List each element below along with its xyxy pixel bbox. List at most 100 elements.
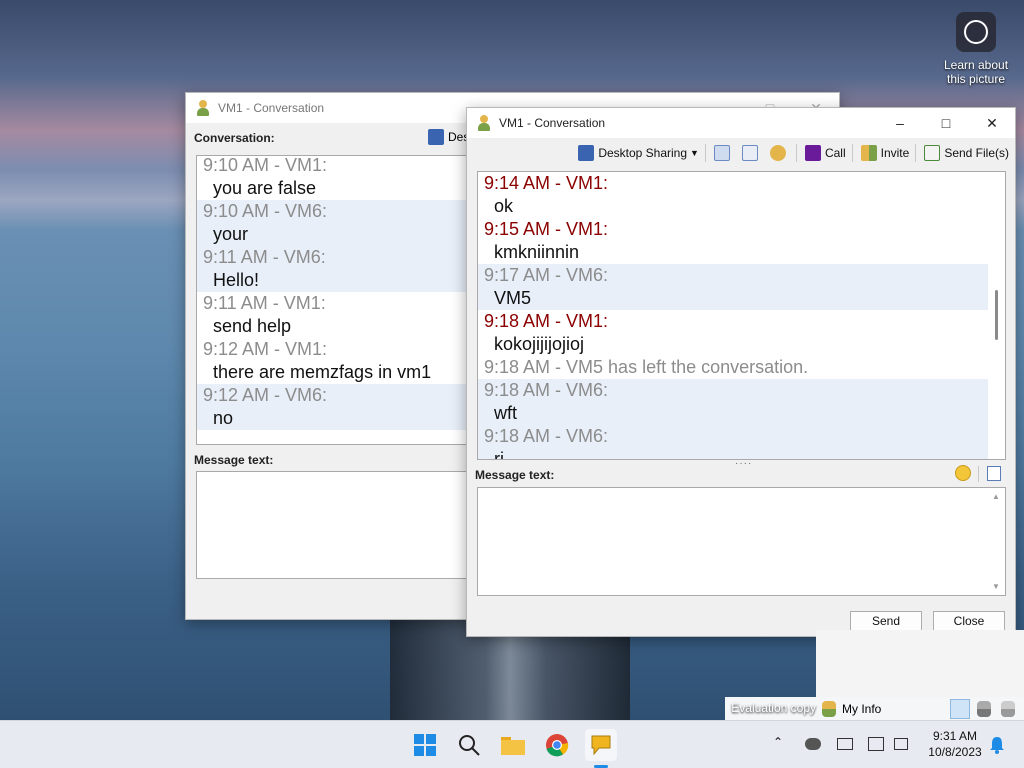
contact-list-panel xyxy=(816,630,1024,697)
toolbar-divider xyxy=(851,144,853,162)
message-text-label: Message text: xyxy=(194,453,274,467)
front-conversation-window[interactable]: VM1 - Conversation – □ ✕ Desktop Sharing… xyxy=(466,107,1016,637)
close-button[interactable]: Close xyxy=(933,611,1005,631)
status-strip: Evaluation copy My Info xyxy=(725,697,1024,720)
taskbar: ⌃ 9:31 AM 10/8/2023 xyxy=(0,720,1024,768)
chrome-icon xyxy=(546,734,569,757)
clock-time[interactable]: 9:31 AM xyxy=(920,729,990,743)
message-header: 9:18 AM - VM6: xyxy=(478,379,988,402)
learn-about-picture[interactable]: Learn about this picture xyxy=(940,12,1012,86)
user-icon xyxy=(822,700,836,717)
chat-app-button[interactable] xyxy=(585,729,617,761)
folder-icon xyxy=(501,737,525,755)
title-bar[interactable]: VM1 - Conversation – □ ✕ xyxy=(467,108,1015,138)
message-header: 9:12 AM - VM6: xyxy=(197,384,485,407)
message-header: 9:18 AM - VM6: xyxy=(478,425,988,448)
message-text: you are false xyxy=(213,178,317,198)
window-title: VM1 - Conversation xyxy=(499,116,606,130)
evaluation-copy-label: Evaluation copy xyxy=(731,701,816,715)
onedrive-icon[interactable] xyxy=(805,738,821,750)
scrollbar-thumb[interactable] xyxy=(995,290,998,340)
message-input[interactable] xyxy=(196,471,486,579)
message-text: your xyxy=(197,223,485,246)
my-info-label[interactable]: My Info xyxy=(842,702,881,716)
emoticon-icon[interactable] xyxy=(955,465,971,481)
message-header: 9:10 AM - VM6: xyxy=(197,200,485,223)
message-header: 9:11 AM - VM6: xyxy=(197,246,485,269)
notification-bell-icon[interactable] xyxy=(989,736,1005,754)
user-info-icon xyxy=(741,145,758,161)
toolbar-divider xyxy=(704,144,706,162)
monitor-icon xyxy=(578,145,595,161)
desktop-sharing-button[interactable]: Desktop Sharing ▼ xyxy=(578,142,699,164)
chevron-up-icon[interactable]: ⌃ xyxy=(773,735,783,749)
message-input[interactable]: ▲ ▼ xyxy=(477,487,1006,596)
invite-button[interactable]: Invite xyxy=(860,142,910,164)
scroll-up-icon[interactable]: ▲ xyxy=(992,492,1000,501)
chrome-button[interactable] xyxy=(541,729,573,761)
gear-button[interactable] xyxy=(769,142,790,164)
windows-icon xyxy=(414,734,436,756)
video-camera-icon xyxy=(804,145,821,161)
toolbar-divider xyxy=(795,144,797,162)
status-away-icon[interactable] xyxy=(977,700,991,717)
clock-date[interactable]: 10/8/2023 xyxy=(920,745,990,759)
volume-muted-icon[interactable] xyxy=(894,738,908,750)
conversation-history[interactable]: 9:14 AM - VM1: ok 9:15 AM - VM1: kmkniinnin… xyxy=(477,171,1006,460)
window-title: VM1 - Conversation xyxy=(218,101,325,115)
message-header: 9:11 AM - VM1: xyxy=(203,293,326,313)
message-header: 9:17 AM - VM6: xyxy=(478,264,988,287)
message-text: there are memzfags in vm1 xyxy=(213,362,432,382)
chevron-down-icon[interactable]: ▼ xyxy=(690,148,699,158)
message-text: kmkniinnin xyxy=(494,242,580,262)
chat-bubble-icon xyxy=(591,735,611,756)
message-text: kokojijijojioj xyxy=(494,334,585,354)
message-header: 9:14 AM - VM1: xyxy=(484,173,609,193)
send-button[interactable]: Send xyxy=(850,611,922,631)
app-user-icon xyxy=(196,100,210,116)
status-online-icon[interactable] xyxy=(950,698,970,719)
close-icon[interactable]: ✕ xyxy=(969,108,1015,138)
message-text: ri xyxy=(478,448,988,459)
format-text-icon[interactable] xyxy=(987,466,1001,481)
keyboard-icon[interactable] xyxy=(837,738,853,750)
start-button[interactable] xyxy=(409,729,441,761)
message-header: 9:18 AM - VM1: xyxy=(484,311,609,331)
scrollbar[interactable] xyxy=(988,172,1005,459)
conversation-history[interactable]: 9:10 AM - VM1: you are false 9:10 AM - VM6… xyxy=(196,155,486,445)
maximize-icon[interactable]: □ xyxy=(923,108,969,138)
scroll-down-icon[interactable]: ▼ xyxy=(992,582,1000,591)
system-message: 9:18 AM - VM5 has left the conversation. xyxy=(484,357,809,377)
send-files-button[interactable]: Send File(s) xyxy=(924,142,1009,164)
gear-icon xyxy=(769,145,786,161)
send-file-icon xyxy=(924,145,941,161)
file-explorer-button[interactable] xyxy=(497,729,529,761)
network-icon[interactable] xyxy=(868,737,884,751)
learn-label: Learn about this picture xyxy=(943,58,1009,86)
message-header: 9:15 AM - VM1: xyxy=(484,219,609,239)
conversation-label: Conversation: xyxy=(194,131,275,145)
message-text: no xyxy=(197,407,485,430)
splitter-handle[interactable]: ···· xyxy=(735,458,752,469)
message-text: VM5 xyxy=(478,287,988,310)
status-offline-icon[interactable] xyxy=(1001,700,1015,717)
minimize-icon[interactable]: – xyxy=(877,108,923,138)
call-label: Call xyxy=(824,146,846,160)
invite-label: Invite xyxy=(880,146,910,160)
whiteboard-button[interactable] xyxy=(713,142,734,164)
desktop-sharing-button[interactable]: Des xyxy=(428,129,469,145)
info-button[interactable] xyxy=(741,142,762,164)
notebook-icon xyxy=(713,145,730,161)
desktop-sharing-label: Desktop Sharing xyxy=(598,146,688,160)
call-button[interactable]: Call xyxy=(804,142,846,164)
message-text: send help xyxy=(213,316,292,336)
scrollbar[interactable]: ▲ ▼ xyxy=(988,488,1005,595)
message-text: wft xyxy=(478,402,988,425)
send-files-label: Send File(s) xyxy=(944,146,1009,160)
message-header: 9:10 AM - VM1: xyxy=(203,155,328,175)
monitor-icon xyxy=(428,129,444,145)
search-button[interactable] xyxy=(453,729,485,761)
message-text-label: Message text: xyxy=(475,468,555,482)
message-text: Hello! xyxy=(197,269,485,292)
search-icon xyxy=(459,735,480,756)
